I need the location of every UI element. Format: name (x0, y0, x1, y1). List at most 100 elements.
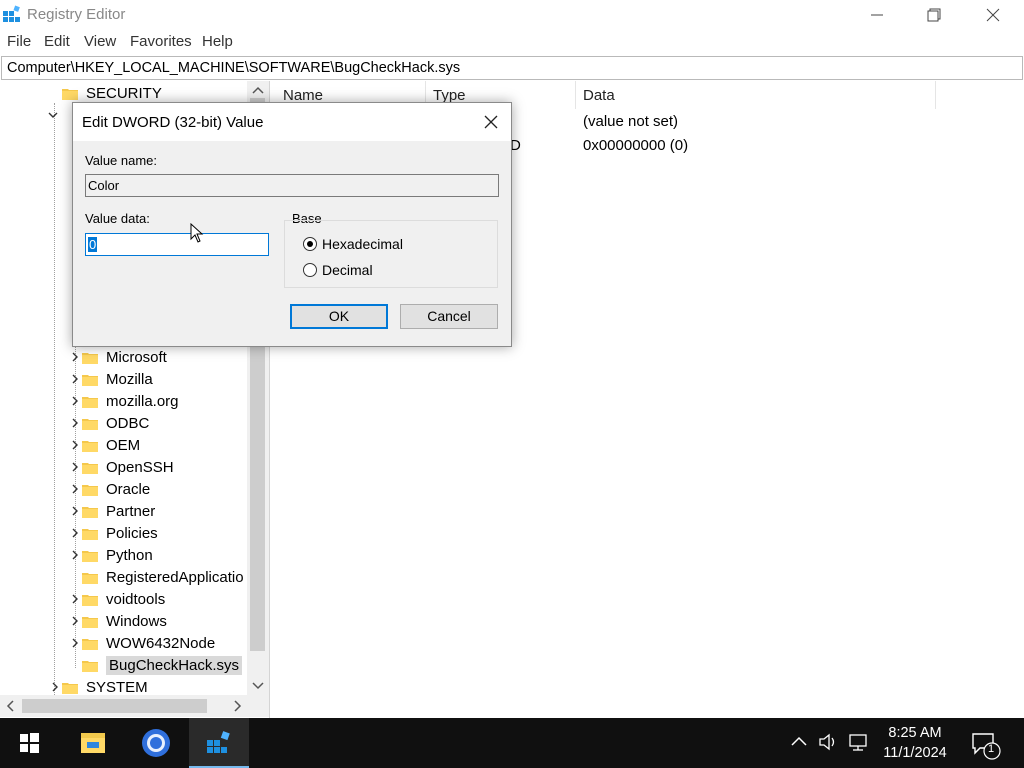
folder-icon (82, 616, 98, 628)
tree-item[interactable]: Microsoft (68, 346, 167, 368)
tree-item[interactable]: OEM (68, 434, 140, 456)
tree-item[interactable]: Python (68, 544, 153, 566)
radio-button-checked[interactable] (303, 237, 317, 251)
menu-view[interactable]: View (84, 33, 116, 50)
folder-icon (82, 440, 98, 452)
scroll-right-icon[interactable] (230, 695, 246, 717)
menu-help[interactable]: Help (202, 33, 233, 50)
tree-item[interactable]: Mozilla (68, 368, 153, 390)
chevron-right-icon[interactable] (68, 592, 82, 606)
tree-item[interactable]: Oracle (68, 478, 150, 500)
tree-item-label: Partner (106, 502, 156, 520)
system-clock[interactable]: 8:25 AM 11/1/2024 (870, 723, 960, 763)
chevron-right-icon[interactable] (68, 548, 82, 562)
clock-time: 8:25 AM (888, 725, 942, 741)
taskbar: 8:25 AM 11/1/2024 1 (0, 718, 1024, 768)
scroll-up-icon[interactable] (247, 83, 269, 99)
ok-button[interactable]: OK (290, 304, 388, 329)
close-button[interactable] (964, 0, 1022, 30)
window-title: Registry Editor (27, 6, 126, 23)
tree-item[interactable]: voidtools (68, 588, 165, 610)
tree-item-label: SECURITY (86, 84, 162, 102)
radio-decimal-label: Decimal (322, 262, 373, 278)
menu-favorites[interactable]: Favorites (130, 33, 192, 50)
chevron-right-icon[interactable] (68, 372, 82, 386)
tree-guide-line (54, 103, 55, 703)
chevron-right-icon[interactable] (48, 680, 62, 694)
tree-item-selected[interactable]: BugCheckHack.sys (68, 654, 243, 676)
tree-item[interactable]: Windows (68, 610, 167, 632)
tree-horizontal-scroll-thumb[interactable] (22, 699, 207, 713)
folder-icon (82, 352, 98, 364)
tree-item[interactable]: mozilla.org (68, 390, 179, 412)
chrome-icon (142, 729, 170, 757)
folder-icon (82, 594, 98, 606)
volume-icon[interactable] (817, 731, 839, 753)
taskbar-registry-editor[interactable] (189, 718, 249, 768)
column-header-data[interactable]: Data (576, 81, 936, 109)
start-button[interactable] (0, 718, 60, 768)
value-data-cell[interactable]: 0x00000000 (0) (583, 137, 688, 154)
tree-horizontal-scrollbar[interactable] (0, 695, 247, 717)
tree-item[interactable]: WOW6432Node (68, 632, 215, 654)
folder-icon (62, 682, 78, 694)
chevron-up-icon[interactable] (788, 731, 810, 753)
tree-item-label: Windows (106, 612, 167, 630)
folder-icon (82, 660, 98, 672)
chevron-right-icon[interactable] (68, 460, 82, 474)
tree-item[interactable]: SECURITY (48, 82, 162, 104)
tree-item-label: BugCheckHack.sys (106, 655, 243, 675)
chevron-right-icon[interactable] (68, 482, 82, 496)
scroll-left-icon[interactable] (3, 695, 19, 717)
folder-icon (82, 528, 98, 540)
value-name-field[interactable] (85, 174, 499, 197)
tree-item[interactable]: Policies (68, 522, 158, 544)
taskbar-file-explorer[interactable] (63, 718, 123, 768)
value-data-cell[interactable]: (value not set) (583, 113, 678, 130)
chevron-down-icon[interactable] (46, 108, 60, 122)
folder-icon (82, 484, 98, 496)
restore-button[interactable] (906, 0, 964, 30)
chevron-right-icon[interactable] (68, 438, 82, 452)
chevron-right-icon[interactable] (68, 614, 82, 628)
radio-button[interactable] (303, 263, 317, 277)
menu-edit[interactable]: Edit (44, 33, 70, 50)
tree-item[interactable]: Partner (68, 500, 155, 522)
tree-item-expanded[interactable] (46, 104, 60, 126)
folder-icon (82, 572, 98, 584)
tree-item[interactable]: ODBC (68, 412, 149, 434)
radio-decimal[interactable]: Decimal (303, 262, 373, 278)
dialog-title-bar: Edit DWORD (32-bit) Value (73, 103, 511, 141)
folder-icon (82, 506, 98, 518)
close-icon (484, 115, 498, 129)
cancel-button[interactable]: Cancel (400, 304, 498, 329)
minimize-button[interactable] (848, 0, 906, 30)
tree-item-label: WOW6432Node (106, 634, 216, 652)
chevron-right-icon[interactable] (68, 350, 82, 364)
chevron-right-icon[interactable] (68, 526, 82, 540)
value-data-field[interactable]: 0 (85, 233, 269, 256)
tree-item[interactable]: OpenSSH (68, 456, 174, 478)
restore-icon (927, 8, 941, 22)
dialog-close-button[interactable] (475, 109, 505, 135)
scroll-down-icon[interactable] (247, 678, 269, 694)
menu-file[interactable]: File (7, 33, 31, 50)
taskbar-chrome[interactable] (126, 718, 186, 768)
file-explorer-icon (81, 733, 105, 753)
radio-hexadecimal[interactable]: Hexadecimal (303, 236, 403, 252)
value-data-label: Value data: (85, 211, 150, 226)
tree-item[interactable]: RegisteredApplicatio (68, 566, 244, 588)
tree-item-label: voidtools (106, 590, 166, 608)
network-icon[interactable] (847, 731, 869, 753)
notification-count: 1 (988, 743, 995, 755)
chevron-right-icon[interactable] (68, 416, 82, 430)
action-center-button[interactable]: 1 (968, 728, 1008, 760)
chevron-right-icon[interactable] (68, 636, 82, 650)
folder-icon (62, 88, 78, 100)
folder-icon (82, 374, 98, 386)
address-bar[interactable]: Computer\HKEY_LOCAL_MACHINE\SOFTWARE\Bug… (1, 56, 1023, 80)
chevron-right-icon[interactable] (68, 504, 82, 518)
minimize-icon (871, 14, 883, 16)
value-name-label: Value name: (85, 153, 158, 168)
chevron-right-icon[interactable] (68, 394, 82, 408)
